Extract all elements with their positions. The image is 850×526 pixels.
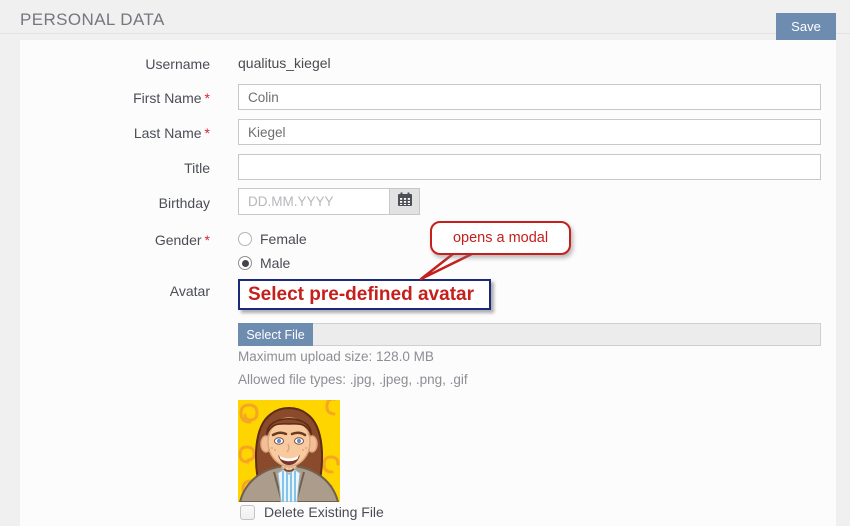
calendar-button[interactable] [390, 188, 420, 215]
title-input[interactable] [238, 154, 821, 180]
delete-existing-file-label: Delete Existing File [264, 504, 384, 520]
last-name-label: Last Name* [20, 125, 210, 141]
callout-opens-a-modal: opens a modal [430, 221, 571, 255]
save-button[interactable]: Save [776, 13, 836, 40]
gender-option-male[interactable]: Male [238, 254, 290, 272]
delete-existing-file-checkbox-row[interactable]: Delete Existing File [240, 504, 384, 520]
max-upload-note: Maximum upload size: 128.0 MB [238, 349, 434, 364]
required-marker: * [205, 232, 210, 248]
avatar-image [238, 400, 340, 502]
gender-option-female[interactable]: Female [238, 230, 307, 248]
username-label: Username [20, 56, 210, 72]
page-title: PERSONAL DATA [20, 10, 165, 30]
radio-unchecked-icon [238, 232, 252, 246]
first-name-label: First Name* [20, 90, 210, 106]
select-file-button[interactable]: Select File [238, 323, 313, 346]
last-name-input[interactable] [238, 119, 821, 145]
allowed-types-note: Allowed file types: .jpg, .jpeg, .png, .… [238, 372, 468, 387]
radio-checked-icon [238, 256, 252, 270]
checkbox-unchecked-icon [240, 505, 255, 520]
calendar-icon [397, 192, 413, 212]
avatar-label: Avatar [20, 283, 210, 299]
birthday-label: Birthday [20, 195, 210, 211]
first-name-input[interactable] [238, 84, 821, 110]
file-upload-bar: Select File [238, 323, 821, 346]
required-marker: * [205, 90, 210, 106]
title-label: Title [20, 160, 210, 176]
gender-label: Gender* [20, 232, 210, 248]
required-marker: * [205, 125, 210, 141]
username-value: qualitus_kiegel [238, 55, 331, 71]
birthday-input[interactable] [238, 188, 390, 215]
